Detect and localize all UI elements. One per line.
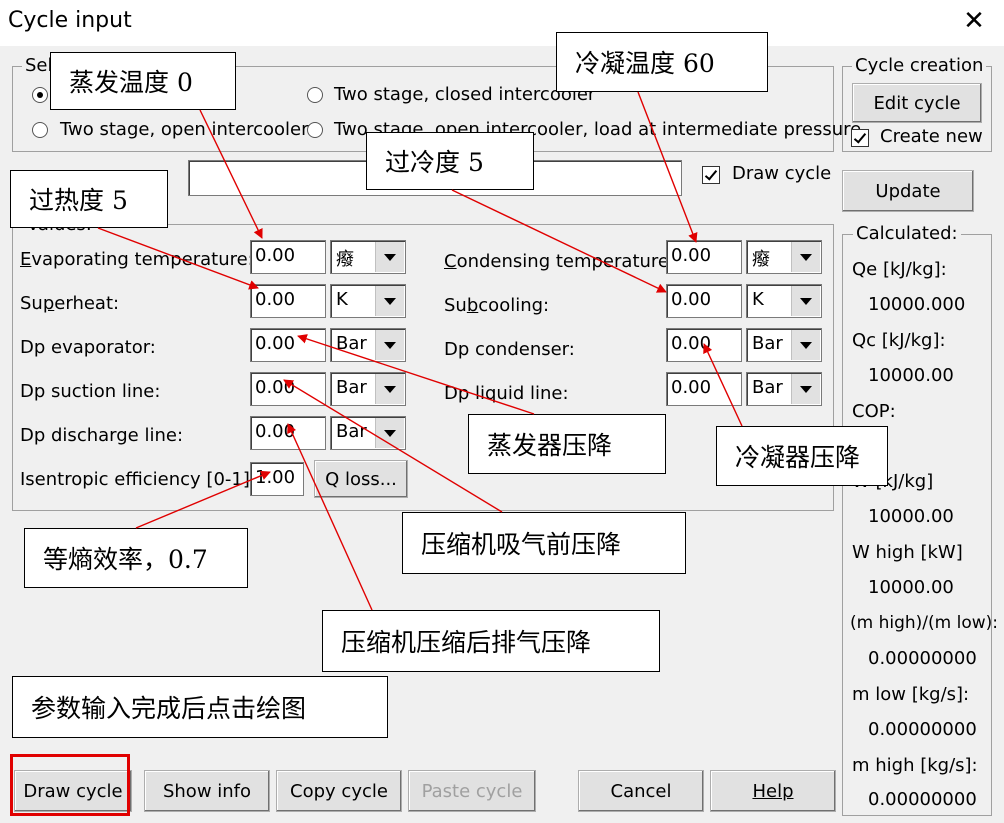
annotation-evaporator-pressure-drop: 蒸发器压降: [468, 414, 666, 474]
calculated-legend: Calculated:: [853, 223, 961, 244]
dp-suction-line-input[interactable]: 0.00: [250, 372, 326, 406]
title-bar: [0, 0, 1004, 46]
qe-label: Qe [kJ/kg]:: [852, 259, 947, 280]
window-title: Cycle input: [8, 8, 132, 33]
annotation-subcooling: 过冷度 5: [366, 132, 534, 190]
mass-ratio-label: (m high)/(m low):: [850, 613, 999, 633]
m-low-value: 0.00000000: [868, 719, 977, 740]
annotation-isentropic-efficiency: 等熵效率，0.7: [24, 528, 248, 588]
copy-cycle-button[interactable]: Copy cycle: [276, 770, 402, 812]
help-button[interactable]: Help: [710, 770, 836, 812]
close-icon[interactable]: ✕: [958, 4, 990, 38]
draw-cycle-highlight: [10, 754, 130, 816]
evaporating-temperature-unit-select[interactable]: 癈: [330, 240, 406, 274]
dp-condenser-unit-select[interactable]: Bar: [746, 328, 822, 362]
annotation-condensing-temperature: 冷凝温度 60: [556, 32, 768, 92]
chevron-down-icon[interactable]: [791, 242, 820, 272]
radio-single-stage[interactable]: [32, 87, 48, 103]
isentropic-efficiency-input[interactable]: 1.00: [250, 462, 304, 496]
annotation-superheat: 过热度 5: [10, 170, 168, 228]
annotation-condenser-pressure-drop: 冷凝器压降: [716, 426, 888, 486]
mass-ratio-value: 0.00000000: [868, 648, 977, 669]
radio-two-stage-closed[interactable]: [307, 87, 323, 103]
dp-evaporator-input[interactable]: 0.00: [250, 328, 326, 362]
annotation-evaporating-temperature: 蒸发温度 0: [50, 52, 236, 110]
dp-liquid-line-label: Dp liquid line:: [444, 383, 569, 404]
create-new-label: Create new: [880, 126, 983, 147]
dp-discharge-line-unit-select[interactable]: Bar: [330, 416, 406, 450]
qc-value: 10000.00: [868, 365, 954, 386]
subcooling-label: Subcooling:: [444, 295, 550, 316]
dp-discharge-line-label: Dp discharge line:: [20, 425, 184, 446]
chevron-down-icon[interactable]: [375, 374, 404, 404]
chevron-down-icon[interactable]: [375, 286, 404, 316]
superheat-label: Superheat:: [20, 293, 120, 314]
show-info-button[interactable]: Show info: [144, 770, 270, 812]
condensing-temperature-label: Condensing temperature:: [444, 251, 676, 272]
chevron-down-icon[interactable]: [791, 286, 820, 316]
edit-cycle-button[interactable]: Edit cycle: [852, 83, 982, 123]
create-new-checkbox[interactable]: [851, 129, 869, 147]
dp-evaporator-label: Dp evaporator:: [20, 337, 156, 358]
chevron-down-icon[interactable]: [375, 242, 404, 272]
dp-liquid-line-unit-select[interactable]: Bar: [746, 372, 822, 406]
dp-discharge-line-input[interactable]: 0.00: [250, 416, 326, 450]
condensing-temperature-input[interactable]: 0.00: [666, 240, 742, 274]
annotation-discharge-pressure-drop: 压缩机压缩后排气压降: [322, 610, 660, 672]
draw-cycle-checkbox[interactable]: [702, 166, 720, 184]
dp-suction-line-unit-select[interactable]: Bar: [330, 372, 406, 406]
help-button-label: Help: [752, 780, 794, 802]
radio-two-stage-open-label: Two stage, open intercooler: [60, 119, 309, 140]
superheat-unit-select[interactable]: K: [330, 284, 406, 318]
q-loss-button[interactable]: Q loss...: [314, 460, 408, 498]
condensing-temperature-unit-select[interactable]: 癈: [746, 240, 822, 274]
qe-value: 10000.000: [868, 294, 966, 315]
m-high-value: 0.00000000: [868, 789, 977, 810]
dp-suction-line-label: Dp suction line:: [20, 381, 161, 402]
w-value: 10000.00: [868, 506, 954, 527]
subcooling-unit-select[interactable]: K: [746, 284, 822, 318]
m-low-label: m low [kg/s]:: [852, 684, 970, 705]
draw-cycle-label: Draw cycle: [732, 163, 832, 184]
cancel-button[interactable]: Cancel: [578, 770, 704, 812]
evaporating-temperature-label: Evaporating temperature:: [20, 249, 254, 270]
chevron-down-icon[interactable]: [791, 374, 820, 404]
isentropic-efficiency-label: Isentropic efficiency [0-1]:: [20, 469, 256, 490]
paste-cycle-button[interactable]: Paste cycle: [408, 770, 536, 812]
dp-condenser-input[interactable]: 0.00: [666, 328, 742, 362]
dp-condenser-label: Dp condenser:: [444, 339, 575, 360]
annotation-draw-hint: 参数输入完成后点击绘图: [12, 676, 388, 738]
chevron-down-icon[interactable]: [375, 330, 404, 360]
chevron-down-icon[interactable]: [791, 330, 820, 360]
update-button[interactable]: Update: [842, 170, 974, 212]
w-high-label: W high [kW]: [852, 542, 963, 563]
qc-label: Qc [kJ/kg]:: [852, 330, 946, 351]
radio-two-stage-open[interactable]: [32, 122, 48, 138]
superheat-input[interactable]: 0.00: [250, 284, 326, 318]
annotation-suction-pressure-drop: 压缩机吸气前压降: [402, 512, 686, 574]
chevron-down-icon[interactable]: [375, 418, 404, 448]
cop-label: COP:: [852, 401, 896, 422]
dp-liquid-line-input[interactable]: 0.00: [666, 372, 742, 406]
cycle-creation-legend: Cycle creation: [852, 55, 987, 76]
radio-two-stage-open-load[interactable]: [307, 122, 323, 138]
dp-evaporator-unit-select[interactable]: Bar: [330, 328, 406, 362]
w-high-value: 10000.00: [868, 577, 954, 598]
m-high-label: m high [kg/s]:: [852, 755, 978, 776]
subcooling-input[interactable]: 0.00: [666, 284, 742, 318]
evaporating-temperature-input[interactable]: 0.00: [250, 240, 326, 274]
